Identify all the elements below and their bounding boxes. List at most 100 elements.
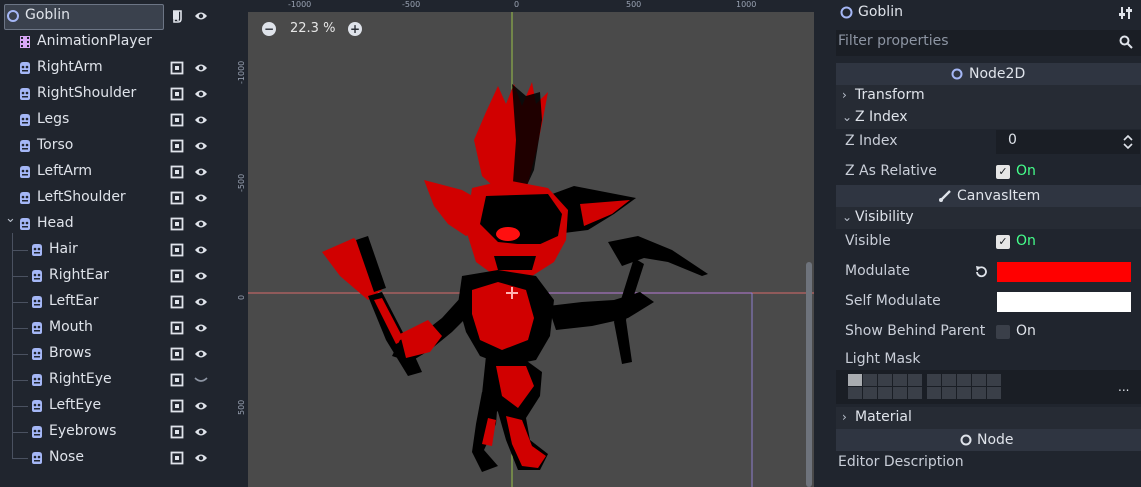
tree-item[interactable]: LeftShoulder <box>0 185 218 211</box>
group-selectable-icon[interactable] <box>170 347 184 361</box>
visible-checkbox[interactable]: ✓ <box>996 235 1010 249</box>
eye-icon[interactable] <box>194 114 208 126</box>
z-as-relative-value[interactable]: On <box>1016 163 1036 179</box>
z-index-spinbox[interactable]: 0 <box>996 130 1140 154</box>
group-selectable-icon[interactable] <box>170 399 184 413</box>
tools-icon[interactable] <box>1118 5 1134 21</box>
eye-icon[interactable] <box>194 218 208 230</box>
zoom-in-button[interactable]: + <box>348 22 362 36</box>
modulate-color-picker[interactable] <box>997 262 1131 282</box>
light-mask-bit[interactable] <box>987 374 1001 386</box>
tree-item[interactable]: RightShoulder <box>0 81 218 107</box>
section-node[interactable]: Node <box>836 429 1141 451</box>
chevron-down-icon[interactable]: ⌄ <box>5 211 16 226</box>
light-mask-bit[interactable] <box>893 387 907 399</box>
self-modulate-color-picker[interactable] <box>997 292 1131 312</box>
goblin-sprite[interactable] <box>322 82 708 472</box>
group-selectable-icon[interactable] <box>170 243 184 257</box>
light-mask-bit[interactable] <box>987 387 1001 399</box>
light-mask-bit[interactable] <box>863 387 877 399</box>
eye-icon[interactable] <box>194 88 208 100</box>
light-mask-bit[interactable] <box>848 387 862 399</box>
tree-item[interactable]: AnimationPlayer <box>0 29 218 55</box>
visible-value[interactable]: On <box>1016 233 1036 249</box>
viewport-vertical-scrollbar[interactable] <box>806 262 812 487</box>
eye-icon[interactable] <box>194 10 208 22</box>
tree-item[interactable]: Brows <box>0 341 218 367</box>
tree-item[interactable]: Nose <box>0 445 218 471</box>
eye-icon[interactable] <box>194 426 208 438</box>
group-selectable-icon[interactable] <box>170 87 184 101</box>
zoom-out-button[interactable]: − <box>262 22 276 36</box>
show-behind-parent-checkbox[interactable] <box>996 325 1010 339</box>
group-selectable-icon[interactable] <box>170 451 184 465</box>
light-mask-bit[interactable] <box>942 387 956 399</box>
group-selectable-icon[interactable] <box>170 191 184 205</box>
tree-item[interactable]: Torso <box>0 133 218 159</box>
light-mask-bit[interactable] <box>908 387 922 399</box>
section-node2d[interactable]: Node2D <box>836 63 1141 85</box>
section-canvasitem[interactable]: CanvasItem <box>836 185 1141 207</box>
canvas-viewport[interactable]: -1000 -500 0 500 1000 -1000 -500 0 500 −… <box>236 0 814 487</box>
eye-icon[interactable] <box>194 270 208 282</box>
light-mask-bit[interactable] <box>957 387 971 399</box>
eye-icon[interactable] <box>194 322 208 334</box>
light-mask-bit[interactable] <box>972 374 986 386</box>
tree-item[interactable]: Mouth <box>0 315 218 341</box>
light-mask-more-button[interactable]: ... <box>1118 380 1129 394</box>
tree-item[interactable]: Hair <box>0 237 218 263</box>
tree-item[interactable]: LeftEar <box>0 289 218 315</box>
tree-item[interactable]: LeftArm <box>0 159 218 185</box>
group-visibility[interactable]: ⌄ Visibility <box>836 207 1141 229</box>
group-selectable-icon[interactable] <box>170 165 184 179</box>
group-selectable-icon[interactable] <box>170 217 184 231</box>
eye-icon[interactable] <box>194 244 208 256</box>
eye-icon[interactable] <box>194 296 208 308</box>
group-selectable-icon[interactable] <box>170 113 184 127</box>
show-behind-parent-value[interactable]: On <box>1016 323 1036 339</box>
zoom-level[interactable]: 22.3 % <box>290 21 335 36</box>
filter-properties-input[interactable]: Filter properties <box>836 30 1141 56</box>
group-transform[interactable]: › Transform <box>836 85 1141 107</box>
eye-icon[interactable] <box>194 62 208 74</box>
eye-icon[interactable] <box>194 166 208 178</box>
light-mask-bit[interactable] <box>848 374 862 386</box>
light-mask-bit[interactable] <box>908 374 922 386</box>
z-as-relative-checkbox[interactable]: ✓ <box>996 165 1010 179</box>
eye-icon[interactable] <box>194 348 208 360</box>
tree-item[interactable]: RightEye <box>0 367 218 393</box>
group-selectable-icon[interactable] <box>170 139 184 153</box>
tree-item[interactable]: RightArm <box>0 55 218 81</box>
eye-icon[interactable] <box>194 140 208 152</box>
eye-icon[interactable] <box>194 192 208 204</box>
tree-item[interactable]: LeftEye <box>0 393 218 419</box>
eye-closed-icon[interactable] <box>194 374 208 386</box>
prop-editor-description-label[interactable]: Editor Description <box>838 454 964 470</box>
spin-arrows-icon[interactable] <box>1122 134 1134 150</box>
tree-item[interactable]: Goblin <box>0 3 218 30</box>
tree-item[interactable]: Eyebrows <box>0 419 218 445</box>
group-selectable-icon[interactable] <box>170 425 184 439</box>
eye-icon[interactable] <box>194 400 208 412</box>
light-mask-bit[interactable] <box>893 374 907 386</box>
group-z-index[interactable]: ⌄ Z Index <box>836 107 1141 129</box>
light-mask-bit[interactable] <box>878 387 892 399</box>
group-material[interactable]: › Material <box>836 407 1141 429</box>
group-selectable-icon[interactable] <box>170 321 184 335</box>
light-mask-bit[interactable] <box>972 387 986 399</box>
group-selectable-icon[interactable] <box>170 373 184 387</box>
light-mask-bit[interactable] <box>878 374 892 386</box>
light-mask-bit[interactable] <box>927 374 941 386</box>
group-selectable-icon[interactable] <box>170 269 184 283</box>
tree-item[interactable]: Legs <box>0 107 218 133</box>
light-mask-bit[interactable] <box>863 374 877 386</box>
eye-icon[interactable] <box>194 452 208 464</box>
script-icon[interactable] <box>170 9 184 23</box>
light-mask-bit[interactable] <box>927 387 941 399</box>
group-selectable-icon[interactable] <box>170 295 184 309</box>
tree-item[interactable]: RightEar <box>0 263 218 289</box>
light-mask-bit[interactable] <box>957 374 971 386</box>
light-mask-bit[interactable] <box>942 374 956 386</box>
tree-item[interactable]: ⌄ Head <box>0 211 218 237</box>
revert-icon[interactable] <box>974 265 988 279</box>
